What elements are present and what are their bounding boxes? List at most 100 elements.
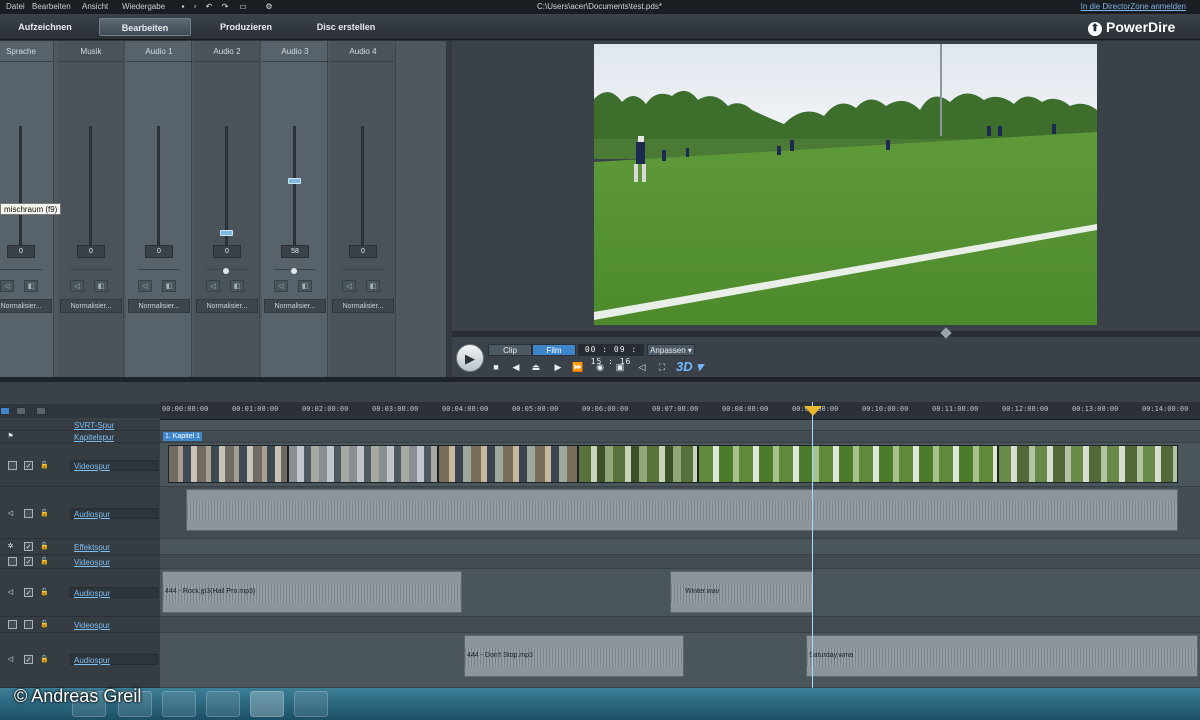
track-enable-checkbox[interactable] (24, 620, 33, 629)
monitor-icon[interactable]: ▣ (614, 361, 626, 373)
volume-slider-track[interactable] (361, 126, 364, 251)
play-button[interactable]: ▶ (456, 344, 484, 372)
normalize-button[interactable]: Normalisier... (196, 299, 258, 313)
lane-video-3[interactable] (160, 617, 1200, 633)
volume-value[interactable]: 0 (349, 245, 377, 258)
track-name[interactable]: Videospur (74, 621, 110, 630)
volume-slider-track[interactable] (89, 126, 92, 251)
lock-icon[interactable]: 🔓 (40, 620, 49, 629)
pan-track[interactable] (70, 269, 112, 270)
redo-icon[interactable]: ↷ (220, 2, 230, 11)
volume-value[interactable]: 0 (7, 245, 35, 258)
mute-icon[interactable]: ◧ (366, 280, 380, 292)
lane-audio-1[interactable] (160, 487, 1200, 539)
speaker-icon[interactable]: ◁ (70, 280, 84, 292)
mute-icon[interactable]: ◧ (230, 280, 244, 292)
tab-produzieren[interactable]: Produzieren (208, 18, 284, 36)
track-name[interactable]: Audiospur (74, 589, 110, 598)
taskbar-app-network-icon[interactable] (162, 691, 196, 717)
track-checkbox[interactable] (8, 557, 17, 566)
track-enable-checkbox[interactable] (24, 509, 33, 518)
pan-track[interactable] (0, 269, 42, 270)
lane-svrt[interactable] (160, 420, 1200, 431)
track-manager-icon[interactable] (36, 407, 46, 415)
tab-aufzeichnen[interactable]: Aufzeichnen (8, 18, 82, 36)
layout-icon[interactable]: ▭ (238, 2, 248, 11)
video-clip[interactable] (168, 445, 288, 483)
track-enable-checkbox[interactable]: ✓ (24, 461, 33, 470)
next-frame-icon[interactable]: ▶ (552, 361, 564, 373)
video-clip[interactable] (438, 445, 578, 483)
lane-audio-2[interactable]: 444 - Rock.jp3(Hall Pro.mp3) Winter.wav (160, 569, 1200, 617)
mode-film-toggle[interactable]: Film (532, 344, 576, 356)
timecode-display[interactable]: 00 : 09 : 15 : 16 (578, 344, 644, 366)
mute-icon[interactable]: ◧ (298, 280, 312, 292)
audio-clip[interactable]: Winter.wav (670, 571, 813, 613)
tab-bearbeiten[interactable]: Bearbeiten (99, 18, 191, 36)
video-clip[interactable] (998, 445, 1178, 483)
pan-knob[interactable] (291, 268, 297, 274)
track-name[interactable]: Videospur (74, 462, 110, 471)
speaker-icon[interactable]: ◁ (206, 280, 220, 292)
track-name[interactable]: Kapitelspur (74, 433, 114, 442)
volume-value[interactable]: 0 (145, 245, 173, 258)
pan-track[interactable] (138, 269, 180, 270)
speaker-icon[interactable]: ◁ (138, 280, 152, 292)
timeline-view-icon[interactable] (0, 407, 10, 415)
volume-value[interactable]: 58 (281, 245, 309, 258)
video-clip[interactable] (578, 445, 698, 483)
menu-ansicht[interactable]: Ansicht (82, 2, 108, 11)
time-ruler[interactable]: 00:00:00:00 00:01:00:00 00:02:00:00 00:0… (160, 402, 1200, 420)
pan-track[interactable] (342, 269, 384, 270)
speaker-icon[interactable]: ◁ (274, 280, 288, 292)
scrub-knob[interactable] (940, 327, 952, 339)
track-name[interactable]: Effektspur (74, 543, 110, 552)
speaker-icon[interactable]: ◁ (6, 509, 15, 518)
menu-datei[interactable]: Datei (6, 2, 25, 11)
speaker-icon[interactable]: ◁ (342, 280, 356, 292)
speaker-icon[interactable]: ◁ (6, 655, 15, 664)
gear-icon[interactable]: ⚙ (264, 2, 274, 11)
audio-clip[interactable]: 444 - Don't Stop.mp3 (464, 635, 684, 677)
taskbar-app-powerdirector-icon[interactable] (250, 691, 284, 717)
volume-slider-thumb[interactable] (220, 230, 233, 236)
lane-chapter[interactable] (160, 431, 1200, 443)
lane-effect[interactable] (160, 539, 1200, 555)
directorzone-login-link[interactable]: In die DirectorZone anmelden (1081, 2, 1186, 11)
preview-scrub-bar[interactable] (452, 327, 1200, 339)
track-enable-checkbox[interactable]: ✓ (24, 655, 33, 664)
audio-clip[interactable] (186, 489, 1178, 531)
fast-forward-icon[interactable]: ⏩ (572, 361, 584, 373)
timeline-playhead[interactable] (812, 402, 813, 688)
video-clip[interactable] (288, 445, 438, 483)
audio-clip[interactable]: Saturday.wma (806, 635, 1198, 677)
lane-video-2[interactable] (160, 555, 1200, 569)
mute-icon[interactable]: ◧ (94, 280, 108, 292)
lane-video-1[interactable] (160, 443, 1200, 487)
track-name[interactable]: Audiospur (74, 656, 110, 665)
track-name[interactable]: SVRT-Spur (74, 421, 114, 430)
mute-icon[interactable]: ◧ (162, 280, 176, 292)
pan-knob[interactable] (223, 268, 229, 274)
volume-slider-track[interactable] (19, 126, 22, 251)
lock-icon[interactable]: 🔓 (40, 542, 49, 551)
track-enable-checkbox[interactable]: ✓ (24, 542, 33, 551)
volume-value[interactable]: 0 (213, 245, 241, 258)
volume-value[interactable]: 0 (77, 245, 105, 258)
lock-icon[interactable]: 🔓 (40, 509, 49, 518)
mode-clip-toggle[interactable]: Clip (488, 344, 532, 356)
open-icon[interactable]: ▫ (190, 2, 200, 11)
track-checkbox[interactable] (8, 461, 17, 470)
taskbar-app-window-icon[interactable] (206, 691, 240, 717)
volume-slider-track[interactable] (293, 126, 296, 251)
volume-slider-thumb[interactable] (288, 178, 301, 184)
speaker-icon[interactable]: ◁ (6, 588, 15, 597)
video-clip[interactable] (698, 445, 998, 483)
track-enable-checkbox[interactable]: ✓ (24, 557, 33, 566)
audio-clip[interactable]: 444 - Rock.jp3(Hall Pro.mp3) (162, 571, 462, 613)
normalize-button[interactable]: Normalisier... (128, 299, 190, 313)
normalize-button[interactable]: Normalisier... (0, 299, 52, 313)
track-name[interactable]: Audiospur (74, 510, 110, 519)
3d-mode-toggle[interactable]: 3D ▾ (676, 359, 703, 375)
previous-frame-icon[interactable]: ◀ (510, 361, 522, 373)
